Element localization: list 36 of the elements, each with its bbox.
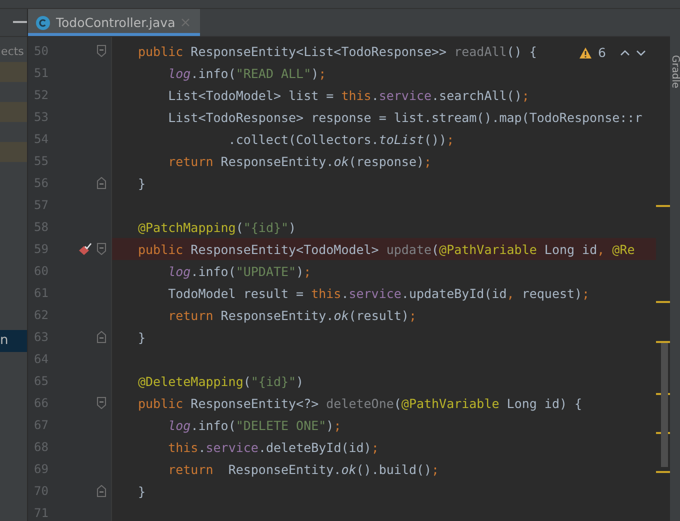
chevron-up-icon[interactable] xyxy=(620,50,630,56)
panel-title: jects xyxy=(0,45,25,58)
code-line: } xyxy=(138,484,146,498)
scrollbar-thumb[interactable] xyxy=(661,343,668,467)
chevron-down-icon[interactable] xyxy=(636,50,646,56)
code-line: return ResponseEntity.ok(result); xyxy=(167,308,416,322)
code-line: } xyxy=(138,176,146,190)
code-line: log.info("READ ALL"); xyxy=(167,66,326,80)
code-line: this.service.deleteById(id); xyxy=(167,440,379,454)
fold-marker-icon[interactable] xyxy=(96,45,106,57)
code-line: List<TodoResponse> response = list.stream().map(TodoResponse::r xyxy=(167,110,642,124)
code-line: TodoModel result = this.service.updateById(id, request); xyxy=(167,286,590,300)
code-line: return ResponseEntity.ok(response); xyxy=(167,154,432,168)
editor-tab[interactable]: TodoController.java xyxy=(28,9,200,36)
fold-marker-icon[interactable] xyxy=(96,331,106,343)
code-line: log.info("UPDATE"); xyxy=(167,264,312,278)
fold-marker-icon[interactable] xyxy=(96,485,106,497)
warning-count[interactable]: 6 xyxy=(598,45,606,60)
code-line: } xyxy=(138,330,146,344)
code-line: log.info("DELETE ONE"); xyxy=(167,418,342,432)
fold-marker-icon[interactable] xyxy=(96,243,106,255)
tree-item[interactable]: n xyxy=(0,330,27,352)
code-line: public ResponseEntity<List<TodoResponse>> readAll() { xyxy=(138,44,537,58)
warning-icon xyxy=(579,46,592,58)
code-line: @DeleteMapping("{id}") xyxy=(138,374,304,388)
minimize-icon[interactable] xyxy=(13,21,27,24)
fold-marker-icon[interactable] xyxy=(96,177,106,189)
code-line: return ResponseEntity.ok().build(); xyxy=(167,462,440,476)
code-line: .collect(Collectors.toList()); xyxy=(227,132,454,146)
class-icon xyxy=(36,16,50,30)
fold-marker-icon[interactable] xyxy=(96,397,106,409)
code-line: List<TodoModel> list = this.service.searchAll(); xyxy=(167,88,530,102)
code-line: public ResponseEntity<TodoModel> update(@PathVariable Long id, @Re xyxy=(138,242,635,256)
breakpoint-icon[interactable] xyxy=(78,243,92,255)
code-line: public ResponseEntity<?> deleteOne(@PathVariable Long id) { xyxy=(138,396,582,410)
code-line: @PatchMapping("{id}") xyxy=(138,220,296,234)
